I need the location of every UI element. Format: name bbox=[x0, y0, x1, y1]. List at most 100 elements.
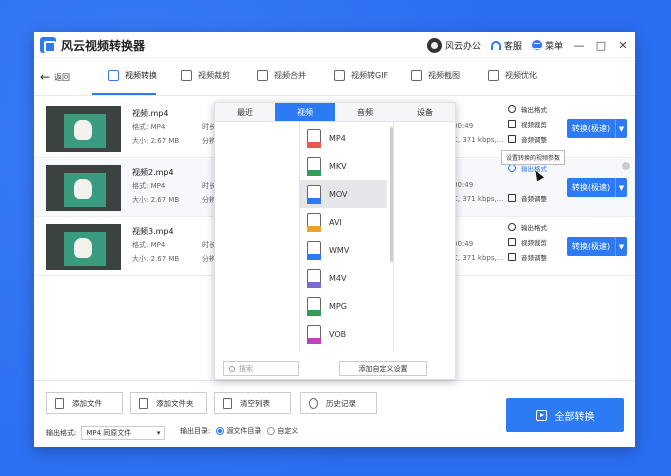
format-search-input[interactable]: 搜索 bbox=[223, 361, 299, 376]
tab-video-crop[interactable]: 视频裁剪 bbox=[181, 70, 230, 81]
radio-label: 自定义 bbox=[277, 427, 299, 435]
format-label: MKV bbox=[329, 161, 347, 171]
format-list: MP4 MKV MOV AVI WMV M4V MPG VOB bbox=[299, 122, 391, 351]
minimize-button[interactable]: — bbox=[573, 39, 585, 52]
tab-video-convert[interactable]: 视频转换 bbox=[108, 70, 157, 81]
format-item-avi[interactable]: AVI bbox=[299, 208, 387, 236]
chevron-down-icon[interactable]: ▼ bbox=[615, 237, 627, 256]
tab-recent[interactable]: 最近 bbox=[215, 103, 275, 121]
audio-adjust-link[interactable]: 音频调整 bbox=[508, 252, 547, 262]
action-label: 视频裁剪 bbox=[521, 239, 547, 247]
format-item-mp4[interactable]: MP4 bbox=[299, 124, 387, 152]
file-format: 格式: MP4 bbox=[132, 182, 166, 190]
add-custom-setting-button[interactable]: 添加自定义设置 bbox=[339, 361, 427, 376]
audio-icon bbox=[508, 253, 516, 261]
format-item-mkv[interactable]: MKV bbox=[299, 152, 387, 180]
output-format-select[interactable]: MP4 同原文件 ▾ bbox=[81, 426, 166, 440]
maximize-button[interactable]: □ bbox=[595, 39, 607, 52]
convert-all-button[interactable]: 全部转换 bbox=[506, 398, 624, 432]
action-label: 音频调整 bbox=[521, 136, 547, 144]
format-item-wmv[interactable]: WMV bbox=[299, 236, 387, 264]
action-label: 输出格式 bbox=[521, 106, 547, 114]
scissors-icon bbox=[508, 120, 516, 128]
play-icon bbox=[535, 409, 547, 421]
file-name: 视频.mp4 bbox=[132, 109, 169, 118]
format-label: VOB bbox=[329, 329, 347, 339]
history-button[interactable]: 历史记录 bbox=[300, 392, 377, 414]
title-bar-controls: 风云办公 客服 菜单 — □ ✕ bbox=[426, 37, 629, 53]
screenshot-icon bbox=[411, 70, 422, 81]
menu-icon bbox=[531, 40, 542, 50]
crop-link[interactable]: 视频裁剪 bbox=[508, 119, 547, 129]
video-convert-icon bbox=[108, 70, 119, 81]
chevron-down-icon[interactable]: ▼ bbox=[615, 119, 627, 138]
format-item-vob[interactable]: VOB bbox=[299, 320, 387, 348]
convert-button[interactable]: 转换(极速) ▼ bbox=[567, 119, 627, 138]
convert-button[interactable]: 转换(极速) ▼ bbox=[567, 237, 627, 256]
video-thumbnail bbox=[46, 106, 121, 152]
file-size: 大小: 2.67 MB bbox=[132, 196, 180, 204]
tab-video-gif[interactable]: 视频转GIF bbox=[334, 70, 388, 81]
output-dir-group: 输出目录: 源文件目录 自定义 bbox=[180, 426, 298, 436]
account-button[interactable]: 风云办公 bbox=[426, 37, 481, 53]
tab-label: 视频转GIF bbox=[351, 71, 389, 80]
action-label: 音频调整 bbox=[521, 195, 547, 203]
add-file-button[interactable]: 添加文件 bbox=[46, 392, 123, 414]
output-duration: 00:49 bbox=[453, 122, 474, 130]
service-button[interactable]: 客服 bbox=[490, 39, 522, 52]
crop-icon bbox=[181, 70, 192, 81]
convert-button[interactable]: 转换(极速) ▼ bbox=[567, 178, 627, 197]
format-label: MP4 bbox=[329, 133, 346, 143]
format-list-scrollbar[interactable] bbox=[390, 127, 393, 262]
video-thumbnail bbox=[46, 224, 121, 270]
format-item-mov[interactable]: MOV bbox=[299, 180, 387, 208]
radio-unchecked-icon bbox=[267, 427, 276, 435]
action-label: 音频调整 bbox=[521, 254, 547, 262]
clear-list-button[interactable]: 清空列表 bbox=[214, 392, 291, 414]
merge-icon bbox=[257, 70, 268, 81]
back-label: 返回 bbox=[54, 72, 71, 82]
audio-adjust-link[interactable]: 音频调整 bbox=[508, 134, 547, 144]
settings-icon bbox=[508, 164, 516, 172]
tab-video-screenshot[interactable]: 视频截图 bbox=[411, 70, 460, 81]
button-label: 添加文件夹 bbox=[156, 398, 194, 408]
tab-device[interactable]: 设备 bbox=[395, 103, 455, 121]
format-picker-panel: 最近 视频 音频 设备 MP4 MKV MOV AVI WMV M4V MPG … bbox=[214, 102, 456, 380]
output-duration: 00:49 bbox=[453, 181, 474, 189]
tab-label: 视频优化 bbox=[505, 71, 537, 80]
tab-video-optimize[interactable]: 视频优化 bbox=[488, 70, 537, 81]
button-label: 添加文件 bbox=[72, 398, 102, 408]
close-button[interactable]: ✕ bbox=[617, 39, 629, 52]
add-folder-button[interactable]: 添加文件夹 bbox=[130, 392, 207, 414]
app-title: 风云视频转换器 bbox=[61, 39, 146, 53]
tab-label: 视频裁剪 bbox=[198, 71, 230, 80]
radio-custom-dir[interactable]: 自定义 bbox=[267, 426, 298, 436]
tab-video[interactable]: 视频 bbox=[275, 103, 335, 121]
back-button[interactable]: ← 返回 bbox=[40, 70, 70, 84]
format-label: AVI bbox=[329, 217, 342, 227]
format-label: MOV bbox=[329, 189, 348, 199]
output-duration: 00:49 bbox=[453, 240, 474, 248]
sliders-icon bbox=[488, 70, 499, 81]
panel-divider bbox=[393, 122, 394, 351]
menu-button[interactable]: 菜单 bbox=[531, 39, 563, 52]
crop-link[interactable]: 视频裁剪 bbox=[508, 237, 547, 247]
add-folder-icon bbox=[139, 397, 148, 409]
format-label: M4V bbox=[329, 273, 347, 283]
output-format-link[interactable]: 输出格式 bbox=[508, 104, 547, 114]
tab-audio[interactable]: 音频 bbox=[335, 103, 395, 121]
radio-source-dir[interactable]: 源文件目录 bbox=[216, 426, 261, 436]
tab-video-merge[interactable]: 视频合并 bbox=[257, 70, 306, 81]
audio-adjust-link[interactable]: 音频调整 bbox=[508, 193, 547, 203]
remove-file-icon[interactable] bbox=[622, 162, 630, 170]
arrow-left-icon: ← bbox=[40, 70, 51, 84]
format-item-mpg[interactable]: MPG bbox=[299, 292, 387, 320]
chevron-down-icon[interactable]: ▼ bbox=[615, 178, 627, 197]
m4v-file-icon bbox=[306, 269, 321, 288]
output-bitrate: C, 371 kbps,... bbox=[453, 195, 504, 203]
search-placeholder: 搜索 bbox=[239, 364, 253, 373]
app-logo-icon bbox=[40, 37, 56, 53]
output-format-link[interactable]: 输出格式 bbox=[508, 222, 547, 232]
format-item-m4v[interactable]: M4V bbox=[299, 264, 387, 292]
file-name: 视频3.mp4 bbox=[132, 227, 174, 236]
